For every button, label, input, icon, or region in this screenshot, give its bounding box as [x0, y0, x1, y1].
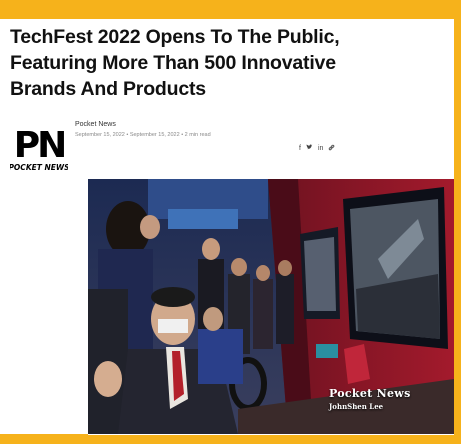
article-dates: September 15, 2022 • September 15, 2022 …: [75, 132, 211, 138]
link-icon[interactable]: [328, 144, 335, 153]
bottom-left-frame-strip: [0, 434, 88, 444]
article-source[interactable]: Pocket News: [75, 121, 116, 128]
linkedin-icon[interactable]: in: [318, 145, 323, 152]
headline-line-1: TechFest 2022 Opens To The Public,: [10, 26, 340, 48]
share-bar: f in: [299, 144, 335, 153]
logo-wordmark: POCKET NEWS: [10, 163, 68, 172]
logo-initials: PN: [14, 125, 65, 166]
headline-line-2: Featuring More Than 500 Innovative: [10, 52, 336, 74]
pocket-news-logo[interactable]: PN POCKET NEWS: [8, 120, 70, 178]
facebook-icon[interactable]: f: [299, 145, 301, 152]
right-frame-bar: [454, 0, 461, 444]
article-photo: Pocket News JohnShen Lee: [88, 179, 454, 434]
top-frame-bar: [0, 0, 461, 19]
headline-line-3: Brands And Products: [10, 78, 206, 100]
article-headline: TechFest 2022 Opens To The Public, Featu…: [10, 24, 390, 102]
photo-watermark-brand: Pocket News: [329, 387, 411, 400]
twitter-icon[interactable]: [306, 144, 313, 153]
photo-watermark-credit: JohnShen Lee: [329, 402, 384, 411]
